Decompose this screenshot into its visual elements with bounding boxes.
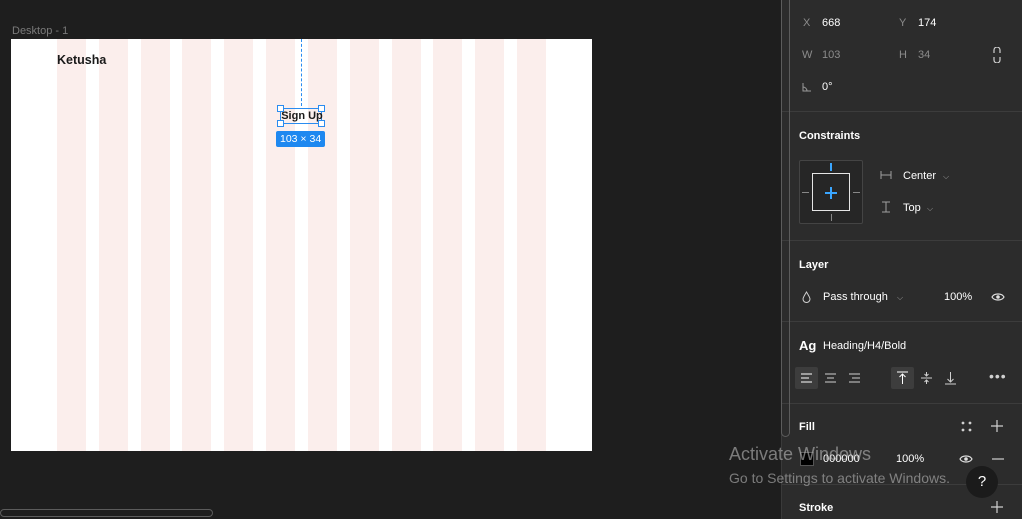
align-right-button[interactable] <box>843 367 866 389</box>
layout-grid-column <box>182 39 211 451</box>
design-editor: Desktop - 1 Ketusha Sign Up 103 × 34 X 6… <box>0 0 1022 519</box>
canvas-area[interactable]: Desktop - 1 Ketusha Sign Up 103 × 34 <box>0 0 781 519</box>
rotation-input[interactable]: 0° <box>822 81 833 93</box>
w-label: W <box>802 49 813 61</box>
divider <box>782 321 1022 322</box>
align-center-button[interactable] <box>819 367 842 389</box>
add-stroke-icon[interactable] <box>991 501 1003 513</box>
selected-signup-button[interactable]: Sign Up <box>277 105 325 127</box>
layer-title: Layer <box>799 259 829 271</box>
chevron-down-icon: ⌵ <box>927 204 934 213</box>
help-button[interactable]: ? <box>966 466 998 498</box>
stroke-title: Stroke <box>799 502 834 514</box>
activate-windows-title: Activate Windows <box>729 444 872 464</box>
constraint-right-line[interactable] <box>853 192 860 193</box>
divider <box>782 403 1022 404</box>
eye-icon[interactable] <box>959 454 973 464</box>
more-options-icon[interactable]: ••• <box>989 369 1007 383</box>
align-left-button[interactable] <box>795 367 818 389</box>
style-grid-icon[interactable] <box>961 421 972 432</box>
dimension-badge: 103 × 34 <box>276 131 326 147</box>
y-input[interactable]: 174 <box>918 17 936 29</box>
activate-windows-subtitle: Go to Settings to activate Windows. <box>729 470 950 486</box>
properties-panel: X 668 Y 174 W 103 H 34 0° Constraints Ce… <box>781 0 1022 519</box>
constraints-widget[interactable] <box>799 160 863 224</box>
layout-grid-column <box>308 39 337 451</box>
constraints-title: Constraints <box>799 130 861 142</box>
rotation-icon <box>802 83 811 92</box>
horizontal-constraint-icon <box>880 171 892 179</box>
alignment-guide <box>301 39 302 106</box>
constrain-proportions-icon[interactable] <box>992 47 1002 63</box>
divider <box>782 111 1022 112</box>
align-bottom-button[interactable] <box>939 367 962 389</box>
vertical-constraint-select[interactable]: Top <box>903 202 921 214</box>
layout-grid-column <box>224 39 253 451</box>
text-style-name[interactable]: Heading/H4/Bold <box>823 340 906 352</box>
divider <box>782 240 1022 241</box>
desktop-frame[interactable]: Ketusha Sign Up 103 × 34 <box>11 39 592 451</box>
layout-grid-column <box>433 39 462 451</box>
layout-grid-column <box>99 39 128 451</box>
layout-grid-column <box>350 39 379 451</box>
x-label: X <box>803 17 811 29</box>
layout-grid-column <box>57 39 86 451</box>
layout-grid-column <box>517 39 546 451</box>
vertical-constraint-icon <box>882 201 890 213</box>
add-fill-icon[interactable] <box>991 420 1003 432</box>
chevron-down-icon: ⌵ <box>897 293 904 302</box>
layout-grid-column <box>266 39 295 451</box>
horizontal-scrollbar[interactable] <box>0 509 213 517</box>
resize-handle-bottom-right[interactable] <box>318 120 325 127</box>
blend-mode-select[interactable]: Pass through <box>823 291 888 303</box>
h-label: H <box>899 49 907 61</box>
vertical-scrollbar[interactable] <box>781 0 790 437</box>
resize-handle-bottom-left[interactable] <box>277 120 284 127</box>
resize-handle-top-right[interactable] <box>318 105 325 112</box>
fill-opacity-input[interactable]: 100% <box>896 453 924 465</box>
layout-grid-column <box>392 39 421 451</box>
text-style-ag-icon: Ag <box>799 338 817 353</box>
h-input[interactable]: 34 <box>918 49 930 61</box>
layer-opacity-input[interactable]: 100% <box>944 291 972 303</box>
signup-button-text: Sign Up <box>281 110 323 122</box>
x-input[interactable]: 668 <box>822 17 840 29</box>
chevron-down-icon: ⌵ <box>943 172 950 181</box>
fill-title: Fill <box>799 421 815 433</box>
blend-mode-drop-icon <box>802 291 811 303</box>
layout-grid-column <box>475 39 504 451</box>
horizontal-constraint-select[interactable]: Center <box>903 170 936 182</box>
constraint-inner-box <box>812 173 850 211</box>
constraint-left-line[interactable] <box>802 192 809 193</box>
constraint-center-v[interactable] <box>830 187 832 199</box>
brand-logo-text[interactable]: Ketusha <box>57 53 106 67</box>
w-input[interactable]: 103 <box>822 49 840 61</box>
align-middle-button[interactable] <box>915 367 938 389</box>
align-top-button[interactable] <box>891 367 914 389</box>
resize-handle-top-left[interactable] <box>277 105 284 112</box>
y-label: Y <box>899 17 907 29</box>
remove-fill-icon[interactable] <box>992 458 1004 460</box>
frame-label[interactable]: Desktop - 1 <box>12 25 68 37</box>
constraint-bottom-line[interactable] <box>831 214 832 221</box>
constraint-top-line[interactable] <box>830 163 832 171</box>
eye-icon[interactable] <box>991 292 1005 302</box>
layout-grid-column <box>141 39 170 451</box>
